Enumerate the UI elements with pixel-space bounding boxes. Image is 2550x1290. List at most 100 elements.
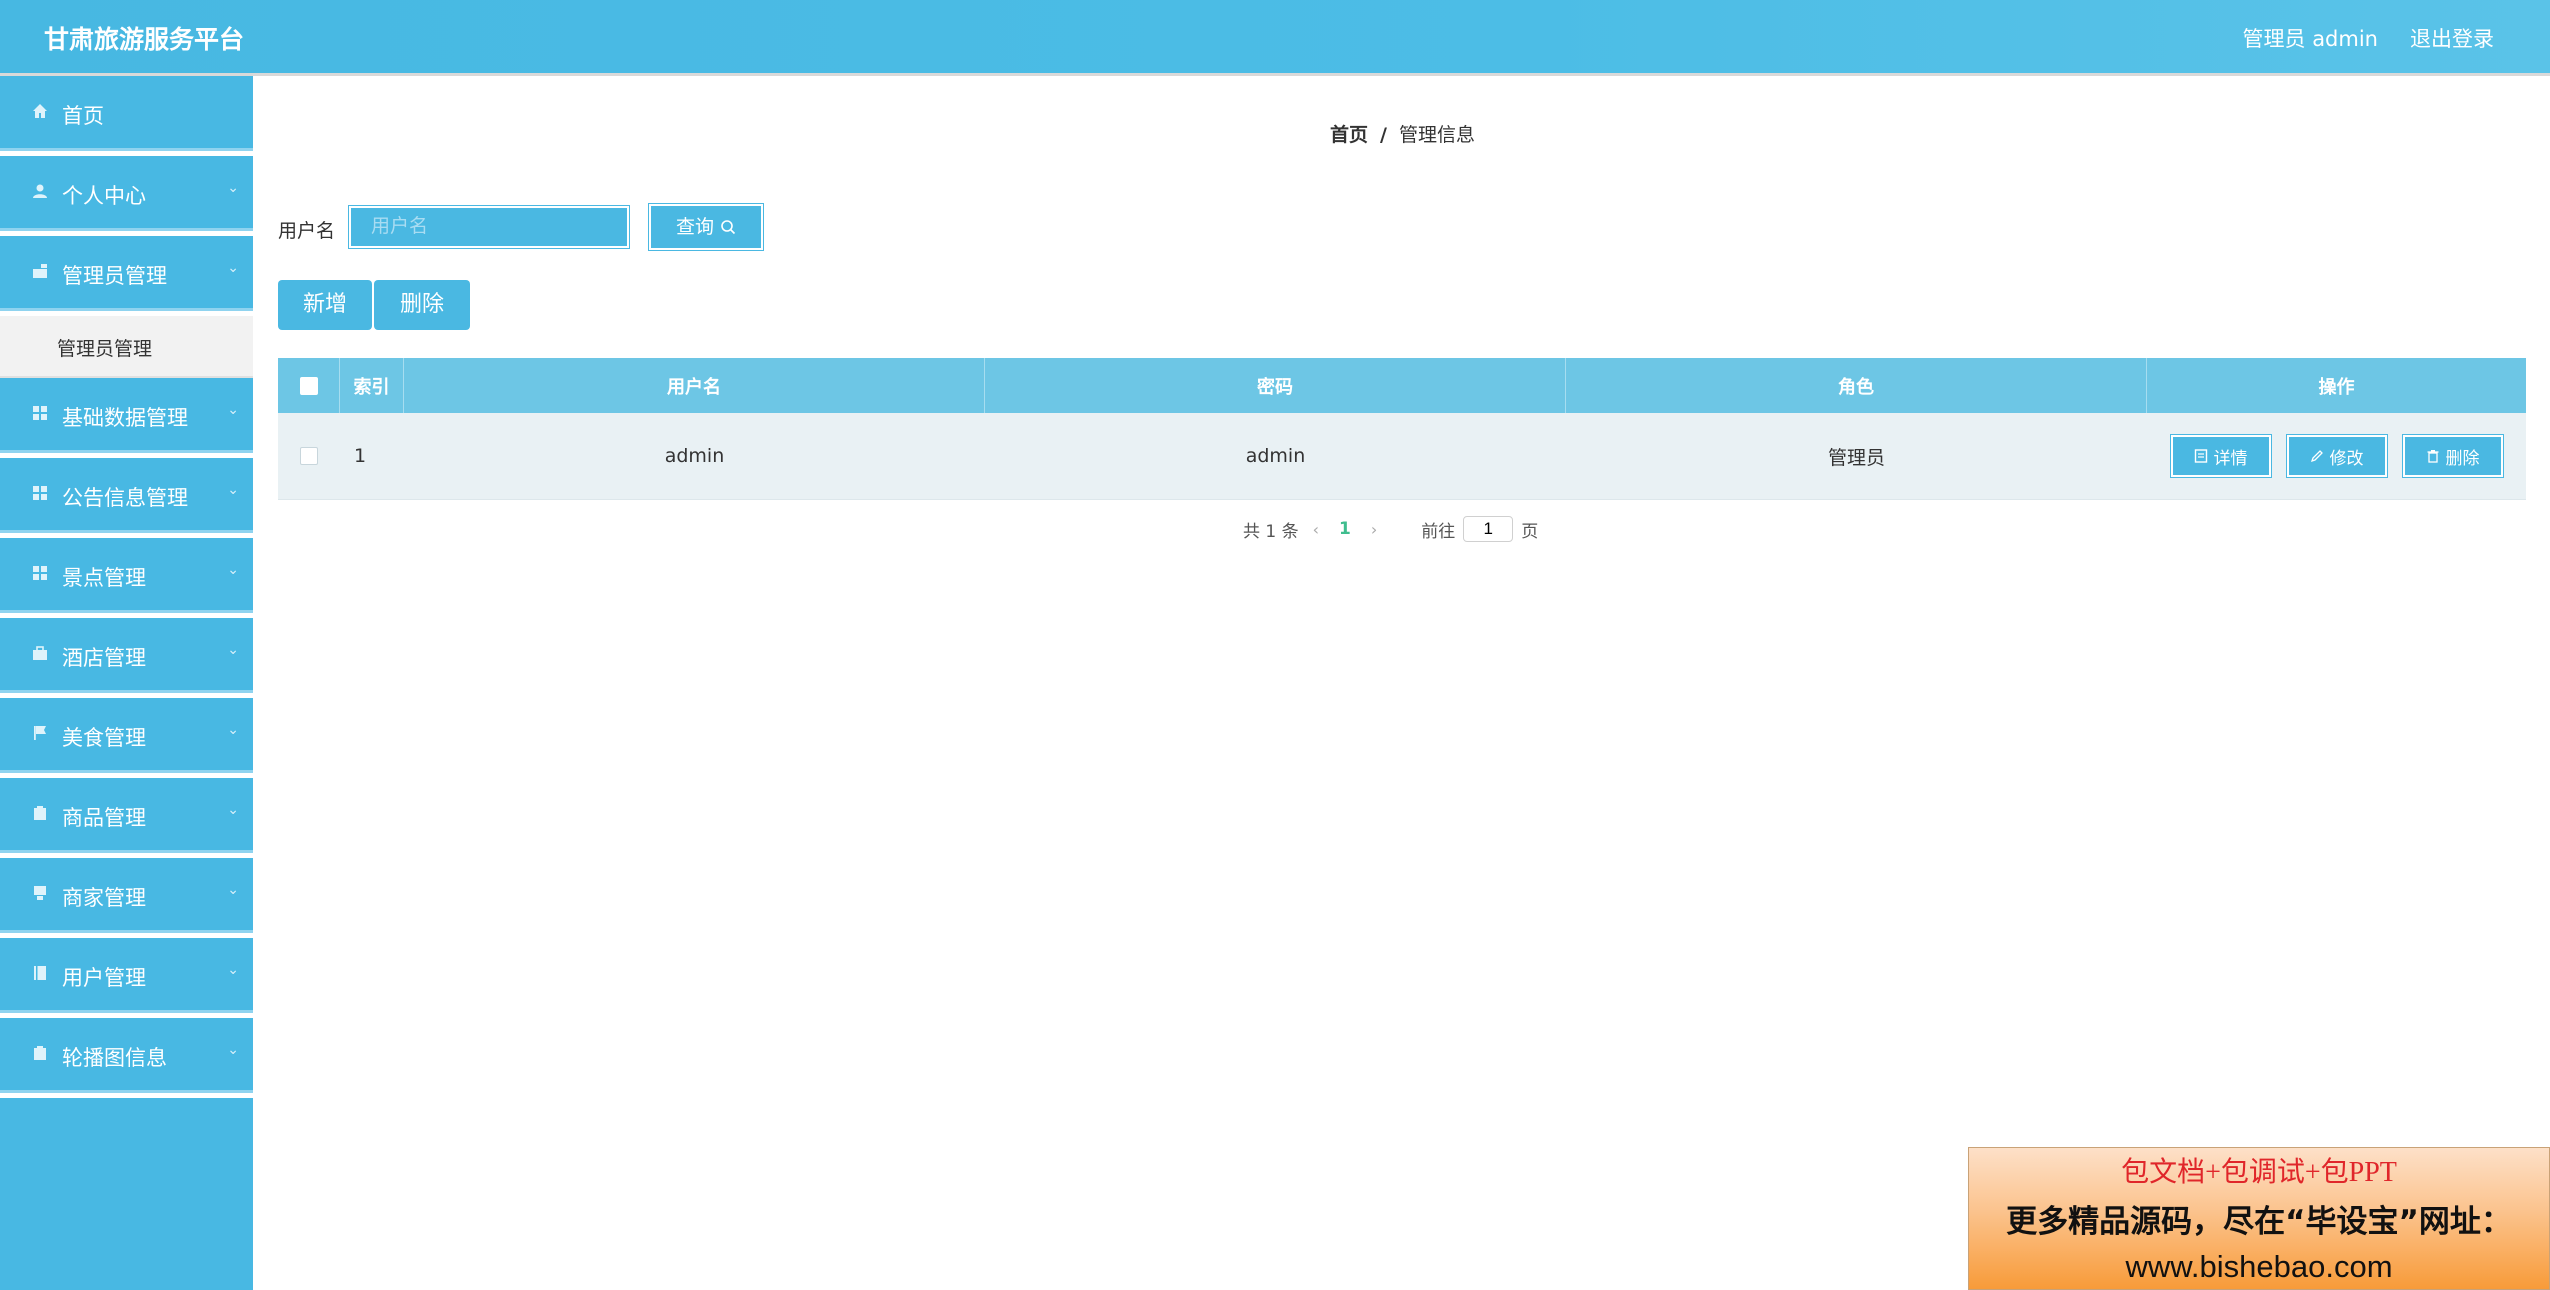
chevron-down-icon: ⌄ (227, 1042, 239, 1058)
table-row: 1 admin admin 管理员 详情 修改 删除 (278, 413, 2526, 500)
search-label: 用户名 (278, 220, 336, 242)
app-title: 甘肃旅游服务平台 (44, 25, 245, 54)
sidebar-item-merchants[interactable]: 商家管理 ⌄ (0, 858, 253, 938)
sidebar-item-admin-management[interactable]: 管理员管理 ⌄ (0, 236, 253, 316)
chevron-down-icon: ⌄ (227, 642, 239, 658)
header-checkbox-cell (278, 358, 340, 413)
sidebar-item-basic-data[interactable]: 基础数据管理 ⌄ (0, 378, 253, 458)
cell-role: 管理员 (1827, 446, 1885, 469)
document-icon (2194, 449, 2207, 463)
sidebar-item-label: 用户管理 (62, 966, 146, 990)
goto-label: 前往 (1421, 521, 1456, 542)
sidebar-item-label: 酒店管理 (62, 646, 146, 670)
header-operations: 操作 (2318, 376, 2355, 398)
grid-icon (33, 486, 47, 500)
sidebar-item-carousel[interactable]: 轮播图信息 ⌄ (0, 1018, 253, 1098)
chevron-down-icon: ⌄ (227, 180, 239, 196)
chevron-down-icon: ⌄ (227, 882, 239, 898)
submenu-item-label: 管理员管理 (57, 338, 153, 360)
add-button[interactable]: 新增 (278, 280, 372, 330)
detail-button[interactable]: 详情 (2169, 434, 2272, 478)
promo-banner: 包文档+包调试+包PPT 更多精品源码，尽在“毕设宝”网址： www.bishe… (1968, 1147, 2550, 1290)
submenu-item-admin-management[interactable]: 管理员管理 (0, 316, 253, 378)
cell-index: 1 (354, 445, 367, 467)
edit-button-label: 修改 (2329, 448, 2364, 469)
cell-operations: 详情 修改 删除 (2147, 413, 2526, 499)
edit-button[interactable]: 修改 (2285, 434, 2388, 478)
sidebar-item-label: 个人中心 (62, 184, 146, 208)
sidebar-item-label: 公告信息管理 (62, 486, 188, 510)
clipboard-icon (34, 806, 46, 820)
grid-icon (33, 406, 47, 420)
home-icon (33, 104, 47, 118)
logout-link[interactable]: 退出登录 (2410, 23, 2494, 53)
sidebar-item-food[interactable]: 美食管理 ⌄ (0, 698, 253, 778)
book-icon (34, 966, 46, 980)
sidebar: 首页 个人中心 ⌄ 管理员管理 ⌄ 管理员管理 基础数据管理 ⌄ 公告信息管理 … (0, 76, 253, 1290)
store-icon (34, 886, 46, 900)
current-user: 管理员 admin (2242, 27, 2378, 51)
sidebar-item-hotels[interactable]: 酒店管理 ⌄ (0, 618, 253, 698)
page-unit-label: 页 (1521, 521, 1539, 542)
chevron-down-icon: ⌄ (227, 260, 239, 276)
sidebar-item-label: 景点管理 (62, 566, 146, 590)
chevron-down-icon: ⌄ (227, 402, 239, 418)
flag-icon (34, 726, 46, 740)
top-header: 甘肃旅游服务平台 管理员 admin 退出登录 (0, 0, 2550, 76)
sidebar-item-label: 基础数据管理 (62, 406, 188, 430)
query-button-label: 查询 (675, 216, 714, 238)
goto-page-input[interactable] (1463, 516, 1514, 542)
delete-button-label: 删除 (2445, 448, 2480, 469)
chevron-down-icon: ⌄ (227, 962, 239, 978)
chevron-down-icon: ⌄ (227, 722, 239, 738)
promo-url: www.bishebao.com (2125, 1249, 2393, 1284)
grid-icon (33, 566, 47, 580)
briefcase-icon (33, 646, 47, 660)
sidebar-item-label: 商家管理 (62, 886, 146, 910)
promo-line-2: 更多精品源码，尽在“毕设宝”网址： (2006, 1204, 2512, 1240)
sidebar-item-home[interactable]: 首页 (0, 76, 253, 156)
sidebar-item-label: 美食管理 (62, 726, 146, 750)
batch-delete-button[interactable]: 删除 (374, 280, 470, 330)
sidebar-item-products[interactable]: 商品管理 ⌄ (0, 778, 253, 858)
promo-line-1: 包文档+包调试+包PPT (2121, 1157, 2397, 1188)
cell-username: admin (664, 445, 725, 467)
clipboard-icon (34, 1046, 46, 1060)
sidebar-item-label: 轮播图信息 (62, 1046, 167, 1070)
next-page-icon[interactable]: › (1371, 520, 1377, 539)
sidebar-item-label: 首页 (62, 104, 104, 128)
detail-button-label: 详情 (2213, 448, 2248, 469)
table-header: 索引 用户名 密码 角色 操作 (278, 358, 2526, 413)
header-role: 角色 (1566, 358, 2147, 413)
pagination-total: 共 1 条 (1243, 521, 1299, 542)
chevron-down-icon: ⌄ (227, 562, 239, 578)
breadcrumb: 首页 / 管理信息 (1330, 120, 1475, 147)
breadcrumb-home[interactable]: 首页 (1330, 124, 1368, 146)
header-password: 密码 (985, 358, 1566, 413)
admin-icon (33, 264, 47, 278)
prev-page-icon[interactable]: ‹ (1313, 520, 1319, 539)
page-number-current[interactable]: 1 (1339, 519, 1351, 539)
search-icon (721, 220, 736, 235)
delete-button[interactable]: 删除 (2401, 434, 2504, 478)
select-all-checkbox[interactable] (299, 376, 318, 395)
breadcrumb-separator: / (1380, 124, 1387, 146)
breadcrumb-current: 管理信息 (1398, 124, 1475, 146)
sidebar-item-label: 管理员管理 (62, 264, 167, 288)
sidebar-item-announcements[interactable]: 公告信息管理 ⌄ (0, 458, 253, 538)
admin-table: 索引 用户名 密码 角色 操作 1 admin admin 管理员 详情 修改 … (278, 358, 2526, 500)
header-index: 索引 (340, 358, 404, 413)
chevron-down-icon: ⌄ (227, 802, 239, 818)
user-icon (33, 184, 47, 198)
trash-icon (2427, 450, 2438, 463)
row-checkbox[interactable] (300, 447, 318, 465)
chevron-down-icon: ⌄ (227, 482, 239, 498)
query-button[interactable]: 查询 (648, 203, 764, 251)
sidebar-item-scenic-spots[interactable]: 景点管理 ⌄ (0, 538, 253, 618)
sidebar-item-personal-center[interactable]: 个人中心 ⌄ (0, 156, 253, 236)
username-search-input[interactable] (348, 205, 630, 249)
sidebar-item-label: 商品管理 (62, 806, 146, 830)
edit-icon (2310, 450, 2323, 463)
sidebar-item-users[interactable]: 用户管理 ⌄ (0, 938, 253, 1018)
cell-password: admin (1245, 445, 1306, 467)
